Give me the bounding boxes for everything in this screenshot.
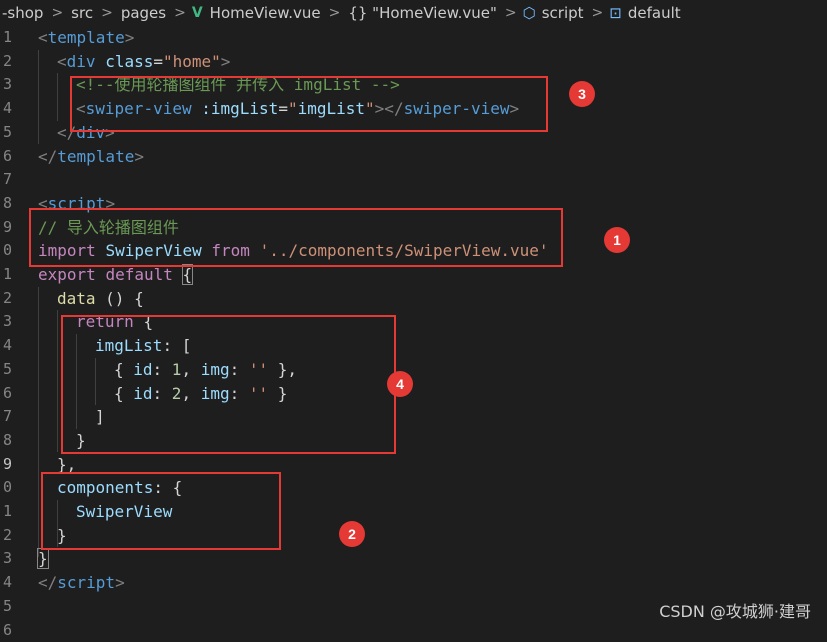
line-number: 7 bbox=[0, 405, 12, 429]
line-number: 6 bbox=[0, 619, 12, 642]
line-number: 4 bbox=[0, 334, 12, 358]
object-symbol-icon: ⊡ bbox=[609, 4, 622, 22]
line-number: 5 bbox=[0, 121, 12, 145]
code-token: = bbox=[153, 52, 163, 71]
code-editor[interactable]: 1 2 3 4 5 6 7 8 9 0 1 2 3 4 5 6 7 8 9 0 … bbox=[0, 26, 827, 632]
line-number: 6 bbox=[0, 382, 12, 406]
line-number: 3 bbox=[0, 73, 12, 97]
chevron-right-icon: > bbox=[499, 5, 523, 21]
line-number: 0 bbox=[0, 239, 12, 263]
line-number: 8 bbox=[0, 429, 12, 453]
watermark: CSDN @攻城狮·建哥 bbox=[659, 598, 811, 622]
annotation-box-4 bbox=[61, 315, 396, 454]
annotation-badge-1: 1 bbox=[604, 227, 630, 253]
code-token: data bbox=[57, 289, 96, 308]
vue-file-icon: V bbox=[192, 5, 203, 21]
line-number: 2 bbox=[0, 50, 12, 74]
annotation-box-2 bbox=[41, 472, 281, 550]
chevron-right-icon: > bbox=[168, 5, 192, 21]
code-token: > bbox=[115, 573, 125, 592]
code-token: } bbox=[38, 549, 48, 568]
line-number: 6 bbox=[0, 145, 12, 169]
line-number: 4 bbox=[0, 571, 12, 595]
line-number: 2 bbox=[0, 287, 12, 311]
line-number: 1 bbox=[0, 26, 12, 50]
annotation-badge-2: 2 bbox=[339, 521, 365, 547]
line-number: 5 bbox=[0, 358, 12, 382]
line-number: 1 bbox=[0, 263, 12, 287]
line-number: 0 bbox=[0, 476, 12, 500]
code-token: > bbox=[125, 28, 135, 47]
code-token: { bbox=[134, 289, 144, 308]
line-number: 7 bbox=[0, 168, 12, 192]
indent-guide bbox=[57, 73, 58, 120]
code-line: <template> bbox=[38, 26, 134, 50]
chevron-right-icon: > bbox=[45, 5, 69, 21]
breadcrumb-folder-shop[interactable]: -shop bbox=[0, 4, 45, 22]
line-number: 9 bbox=[0, 216, 12, 240]
code-line: <div class="home"> bbox=[57, 50, 230, 74]
line-number: 8 bbox=[0, 192, 12, 216]
chevron-right-icon: > bbox=[323, 5, 347, 21]
indent-guide bbox=[57, 310, 58, 452]
code-token: </ bbox=[38, 573, 57, 592]
line-number: 4 bbox=[0, 97, 12, 121]
breadcrumb-default[interactable]: default bbox=[626, 4, 683, 22]
breadcrumb-script[interactable]: script bbox=[540, 4, 586, 22]
code-line: } bbox=[38, 547, 48, 571]
code-line: </template> bbox=[38, 145, 144, 169]
code-token: template bbox=[48, 28, 125, 47]
code-token: }, bbox=[57, 455, 76, 474]
annotation-box-1 bbox=[29, 208, 563, 267]
code-token: template bbox=[57, 147, 134, 166]
breadcrumb-folder-src[interactable]: src bbox=[69, 4, 95, 22]
annotation-badge-4: 4 bbox=[387, 371, 413, 397]
code-token: < bbox=[38, 28, 48, 47]
line-number: 2 bbox=[0, 524, 12, 548]
line-number-active: 9 bbox=[0, 453, 12, 477]
code-token: > bbox=[221, 52, 231, 71]
breadcrumb-folder-pages[interactable]: pages bbox=[119, 4, 168, 22]
chevron-right-icon: > bbox=[586, 5, 610, 21]
line-number: 3 bbox=[0, 547, 12, 571]
code-token: < bbox=[57, 52, 67, 71]
annotation-badge-3: 3 bbox=[569, 81, 595, 107]
chevron-right-icon: > bbox=[95, 5, 119, 21]
breadcrumb: -shop > src > pages > V HomeView.vue > {… bbox=[0, 0, 827, 26]
indent-guide bbox=[38, 287, 39, 557]
breadcrumb-module[interactable]: {} "HomeView.vue" bbox=[346, 4, 499, 22]
indent-guide bbox=[38, 50, 39, 145]
breadcrumb-file[interactable]: HomeView.vue bbox=[208, 4, 323, 22]
line-number: 1 bbox=[0, 500, 12, 524]
code-token: export bbox=[38, 265, 96, 284]
code-token: div bbox=[67, 52, 96, 71]
annotation-box-3 bbox=[70, 76, 548, 132]
code-line: data () { bbox=[57, 287, 144, 311]
code-token: { bbox=[183, 265, 193, 284]
code-token: script bbox=[57, 573, 115, 592]
code-token: </ bbox=[38, 147, 57, 166]
code-line: </script> bbox=[38, 571, 125, 595]
line-number: 3 bbox=[0, 310, 12, 334]
code-token: > bbox=[134, 147, 144, 166]
code-token: default bbox=[105, 265, 172, 284]
line-number: 5 bbox=[0, 595, 12, 619]
cube-symbol-icon: ⬡ bbox=[523, 4, 536, 22]
code-token: class bbox=[105, 52, 153, 71]
code-token: "home" bbox=[163, 52, 221, 71]
code-token: () bbox=[105, 289, 124, 308]
